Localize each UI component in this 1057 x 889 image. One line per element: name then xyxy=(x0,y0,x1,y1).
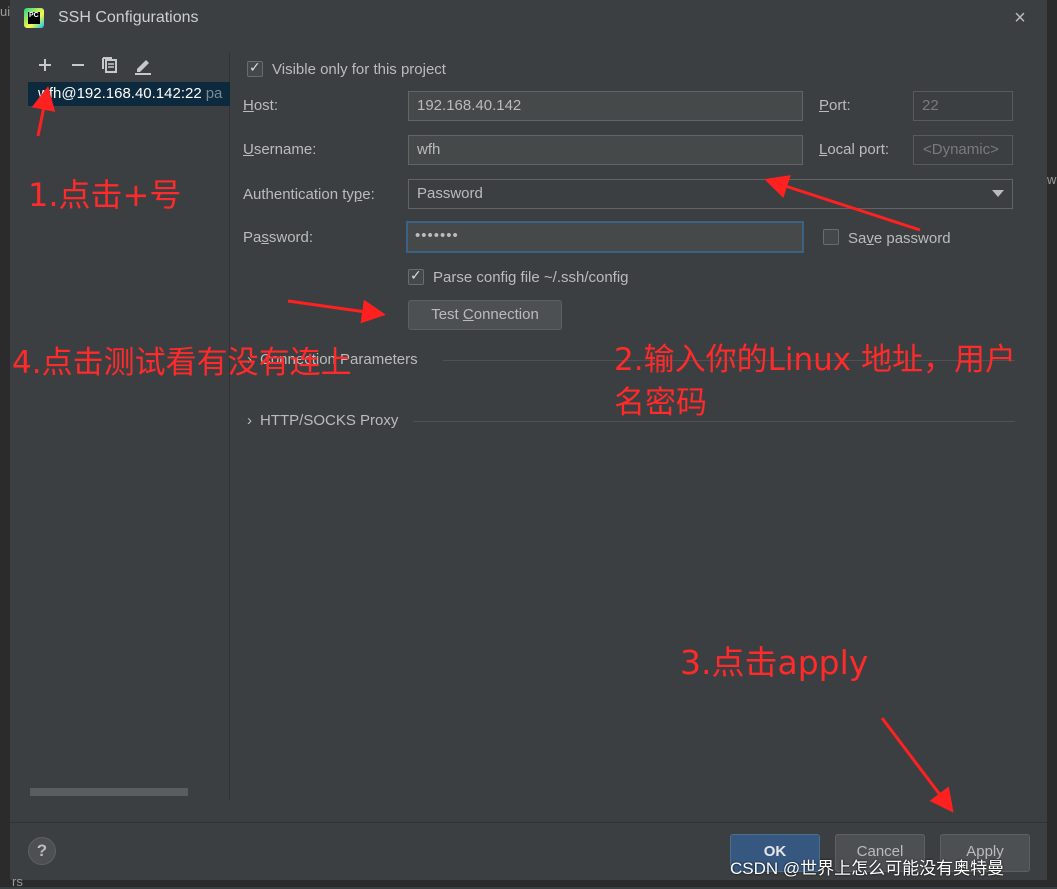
annotation-arrows xyxy=(31,86,954,813)
watermark: CSDN @世界上怎么可能没有奥特曼 xyxy=(730,859,1005,878)
arrow-to-add-icon xyxy=(31,86,56,137)
arrow-to-form-fields xyxy=(764,175,921,232)
arrow-to-apply xyxy=(880,717,954,813)
arrow-to-test-connection xyxy=(287,299,386,324)
